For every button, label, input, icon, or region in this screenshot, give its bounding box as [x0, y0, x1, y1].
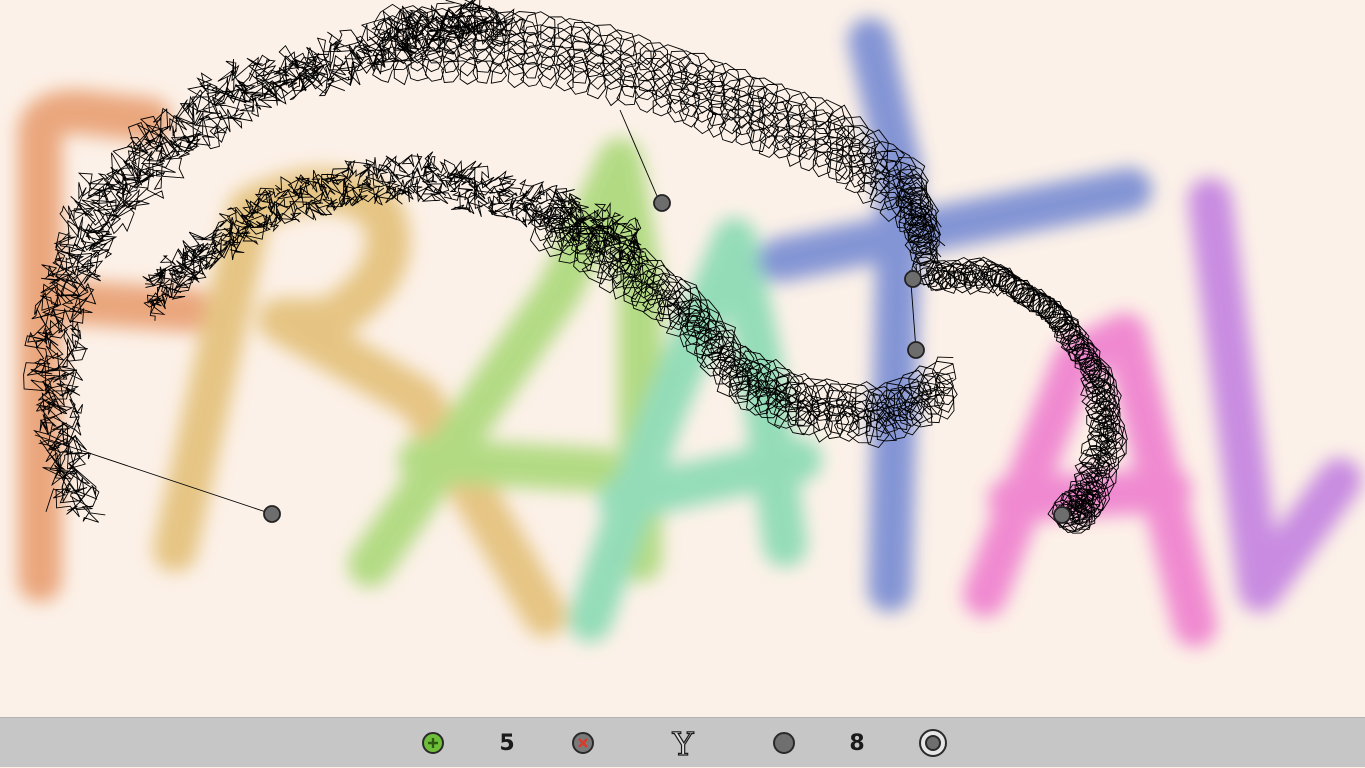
fractal-stroke: [45, 8, 515, 511]
green-plus-circle-icon[interactable]: [422, 732, 444, 754]
fractal-control-point[interactable]: [263, 505, 281, 523]
fractal-stroke: [376, 24, 946, 255]
fractal-stroke: [142, 160, 642, 287]
fractal-stroke: [30, 0, 503, 518]
fractal-stroke: [919, 259, 1116, 528]
fractal-stroke: [372, 44, 944, 278]
fractal-stroke: [529, 225, 955, 449]
fractal-stroke: [372, 36, 942, 268]
fractal-control-point[interactable]: [1053, 506, 1071, 524]
depth-count: 8: [849, 730, 865, 756]
drawing-canvas[interactable]: [0, 0, 1365, 717]
fractal-stroke: [531, 204, 958, 430]
ring-circle-icon[interactable]: [919, 729, 947, 757]
ring-button[interactable]: [918, 718, 948, 768]
red-x-circle-icon[interactable]: [572, 732, 594, 754]
fractal-curve-layer: [23, 0, 1128, 534]
fractal-control-point[interactable]: [653, 194, 671, 212]
grey-point-button[interactable]: [772, 718, 796, 768]
remove-point-button[interactable]: [571, 718, 595, 768]
fractal-control-point[interactable]: [904, 270, 922, 288]
grey-circle-icon[interactable]: [773, 732, 795, 754]
svg-text:Y: Y: [671, 726, 694, 760]
y-glyph-icon[interactable]: Y: [663, 726, 703, 760]
fractal-control-point[interactable]: [907, 341, 925, 359]
fractal-stroke: [147, 167, 641, 306]
fractal-stroke: [145, 151, 642, 288]
fractal-stroke: [372, 55, 944, 286]
fractal-connector: [619, 109, 661, 204]
add-point-button[interactable]: [421, 718, 445, 768]
y-mode-button[interactable]: Y: [663, 718, 703, 768]
point-count: 5: [499, 730, 515, 756]
bottom-toolbar: 5 Y 8: [0, 717, 1365, 767]
